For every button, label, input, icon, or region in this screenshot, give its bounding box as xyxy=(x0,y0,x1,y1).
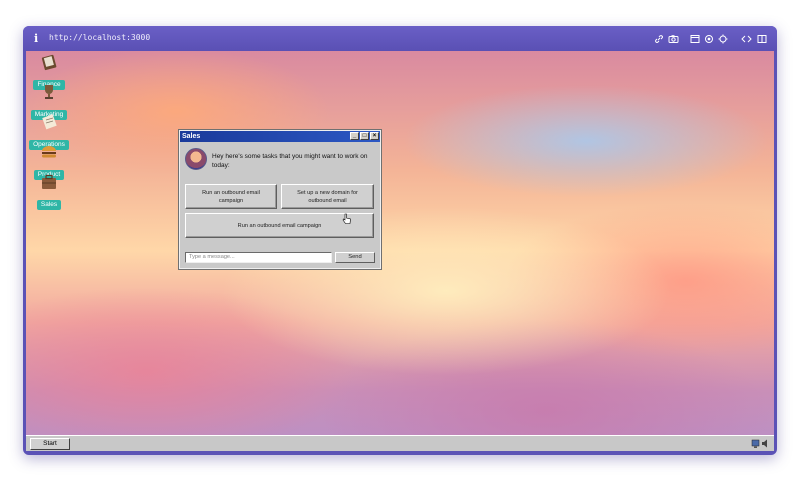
burger-icon xyxy=(42,146,56,158)
address-bar[interactable]: http://localhost:3000 xyxy=(49,33,150,42)
task-button-new-domain[interactable]: Set up a new domain for outbound email xyxy=(281,184,374,209)
crosshair-icon[interactable] xyxy=(718,34,728,44)
speaker-icon[interactable] xyxy=(761,438,771,449)
task-button-outbound-email[interactable]: Run an outbound email campaign xyxy=(185,184,277,209)
message-input[interactable]: Type a message... xyxy=(185,252,332,263)
send-button[interactable]: Send xyxy=(335,252,375,263)
trophy-icon xyxy=(45,85,53,99)
minimize-icon[interactable]: _ xyxy=(350,132,359,140)
ledger-icon xyxy=(41,54,57,71)
start-button[interactable]: Start xyxy=(30,438,70,450)
close-icon[interactable]: × xyxy=(370,132,379,140)
link-icon[interactable] xyxy=(654,34,664,44)
window-title-bar[interactable]: Sales _ □ × xyxy=(180,131,380,142)
camera-icon[interactable] xyxy=(668,34,679,44)
avatar xyxy=(185,148,207,170)
maximize-icon[interactable]: □ xyxy=(360,132,369,140)
greeting-text: Hey here's some tasks that you might wan… xyxy=(212,153,368,169)
desktop-icon-sales[interactable]: Sales xyxy=(26,173,72,210)
document-icon xyxy=(42,114,57,130)
info-icon[interactable]: i xyxy=(34,32,38,45)
sales-window: Sales _ □ × Hey here's some tasks that y… xyxy=(178,129,382,270)
bug-icon[interactable] xyxy=(704,34,714,44)
assistant-message: Hey here's some tasks that you might wan… xyxy=(185,148,375,174)
desktop xyxy=(26,51,774,451)
window-title: Sales xyxy=(182,133,201,140)
monitor-icon[interactable] xyxy=(751,438,761,449)
browser-frame: i http://localhost:3000 xyxy=(23,26,777,455)
taskbar: Start xyxy=(26,435,774,451)
briefcase-icon xyxy=(42,174,56,189)
desktop-icon-label: Sales xyxy=(36,200,62,210)
sidebar-icon[interactable] xyxy=(757,34,767,44)
code-icon[interactable] xyxy=(741,34,752,44)
hand-cursor-icon xyxy=(342,213,351,224)
browser-toolbar: i http://localhost:3000 xyxy=(23,26,777,51)
window-icon[interactable] xyxy=(690,34,700,44)
